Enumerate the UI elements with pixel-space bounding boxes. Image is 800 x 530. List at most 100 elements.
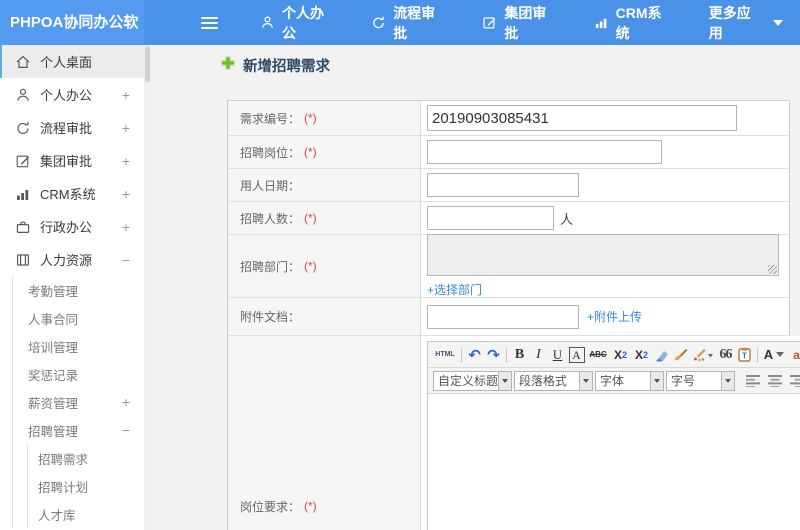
subscript-button[interactable]: X2 [631,344,652,365]
expand-icon[interactable]: + [122,87,130,103]
required-marker: (*) [304,211,317,225]
bar-chart-icon [15,186,31,202]
bold-button[interactable]: B [510,344,529,365]
sidebar-item-talent-pool[interactable]: 人才库 [0,500,144,528]
position-input[interactable] [427,140,662,164]
briefcase-icon [15,219,31,235]
caret-down-icon [776,352,785,357]
sidebar-item-label: 个人桌面 [40,55,93,70]
collapse-icon[interactable]: − [122,252,130,268]
font-color-button[interactable]: A [761,344,787,365]
app-logo[interactable]: PHPOA协同办公软件 [0,0,145,76]
toolbar-separator [461,346,462,363]
expand-icon[interactable]: + [122,219,130,235]
nav-label: 集团审批 [504,4,547,41]
request-number-input[interactable] [427,105,737,131]
sidebar-item-label: 集团审批 [40,154,93,169]
format-brush-icon[interactable] [671,344,690,365]
select-department-link[interactable]: +选择部门 [427,281,482,298]
field-label: 用人日期： [228,169,421,201]
color-spray-icon[interactable] [690,344,716,365]
person-icon [15,87,31,103]
sidebar-item-label: 招聘管理 [28,424,79,439]
nav-process-approval[interactable]: 流程审批 [354,0,465,45]
rich-text-editor: HTML ↶ ↷ B I U A ABC X2 X2 66 T A a 自定义标… [427,341,800,530]
hamburger-icon[interactable] [201,14,219,32]
field-value-cell [421,101,790,135]
hire-date-input[interactable] [427,173,579,197]
home-icon [15,54,31,70]
expand-icon[interactable]: + [122,153,130,169]
field-value-cell [421,169,790,201]
expand-icon[interactable]: + [122,120,130,136]
font-size-select[interactable]: 字号 [666,370,735,391]
sidebar-item-crm[interactable]: CRM系统 + [0,177,144,210]
eraser-icon[interactable] [652,344,671,365]
nav-label: 个人办公 [281,4,324,41]
sidebar-item-recruit-plan[interactable]: 招聘计划 [0,472,144,500]
html-mode-button[interactable]: HTML [432,344,458,365]
field-label: 需求编号： (*) [228,101,421,135]
sidebar-item-attendance[interactable]: 考勤管理 [0,276,144,304]
font-family-select[interactable]: 字体 [595,370,664,391]
sidebar-item-hr-contract[interactable]: 人事合同 [0,304,144,332]
align-left-icon[interactable] [744,370,763,391]
headcount-input[interactable] [427,206,554,230]
required-marker: (*) [304,145,317,159]
expand-icon[interactable]: + [122,186,130,202]
job-requirements-editor-area[interactable] [428,394,800,530]
italic-button[interactable]: I [529,344,548,365]
strikethrough-button[interactable]: ABC [586,344,610,365]
edit-square-icon [15,153,31,169]
headcount-unit: 人 [560,211,574,227]
sidebar-item-label: 招聘计划 [38,480,89,495]
blockquote-button[interactable]: 66 [716,344,735,365]
sidebar-item-rewards[interactable]: 奖惩记录 [0,360,144,388]
sidebar-item-process-approval[interactable]: 流程审批 + [0,111,144,144]
nav-more-apps[interactable]: 更多应用 [692,0,800,45]
sidebar-item-personal-desktop[interactable]: 个人桌面 [0,45,144,78]
editor-toolbar-row2: 自定义标题 段落格式 字体 字号 [428,368,800,394]
sidebar-item-recruitment[interactable]: 招聘管理 − [0,416,144,444]
department-textarea[interactable] [427,234,779,276]
form-row-position: 招聘岗位： (*) [228,136,790,169]
sidebar-item-training[interactable]: 培训管理 [0,332,144,360]
sidebar-item-personal-office[interactable]: 个人办公 + [0,78,144,111]
nav-personal-office[interactable]: 个人办公 [243,0,354,45]
sidebar-scrollbar-thumb[interactable] [145,46,150,82]
sidebar-item-label: 招聘需求 [38,452,89,467]
form-row-request-number: 需求编号： (*) [228,101,790,136]
nav-group-approval[interactable]: 集团审批 [465,0,576,45]
sidebar-item-group-approval[interactable]: 集团审批 + [0,144,144,177]
paragraph-format-select[interactable]: 段落格式 [514,370,593,391]
custom-title-select[interactable]: 自定义标题 [433,370,512,391]
alignment-buttons [744,370,800,391]
sidebar-item-recruit-demand[interactable]: 招聘需求 [0,444,144,472]
collapse-icon[interactable]: − [122,422,130,438]
field-value-cell: +附件上传 [421,298,790,335]
char-style-button[interactable]: A [567,344,586,365]
undo-icon[interactable]: ↶ [465,344,484,365]
page-title-text: 新增招聘需求 [243,59,330,75]
align-right-icon[interactable] [788,370,800,391]
redo-icon[interactable]: ↷ [484,344,503,365]
attachment-input[interactable] [427,304,579,329]
sidebar-scrollbar[interactable] [144,45,151,530]
expand-icon[interactable]: + [122,394,130,410]
sidebar-item-human-resources[interactable]: 人力资源 − [0,243,144,276]
attachment-upload-link[interactable]: +附件上传 [587,308,642,325]
sidebar-item-salary[interactable]: 薪资管理 + [0,388,144,416]
underline-button[interactable]: U [548,344,567,365]
person-icon [260,15,275,30]
nav-crm-system[interactable]: CRM系统 [577,0,692,45]
superscript-button[interactable]: X2 [610,344,631,365]
paste-icon[interactable]: T [735,344,754,365]
resize-handle[interactable] [768,265,777,274]
sidebar: 个人桌面 个人办公 + 流程审批 + 集团审批 + CRM系统 + 行政办公 +… [0,45,144,530]
align-center-icon[interactable] [766,370,785,391]
background-color-button[interactable]: a [787,344,800,365]
sidebar-item-admin-office[interactable]: 行政办公 + [0,210,144,243]
required-marker: (*) [304,499,317,513]
svg-text:T: T [742,352,747,361]
toolbar-separator [757,346,758,363]
